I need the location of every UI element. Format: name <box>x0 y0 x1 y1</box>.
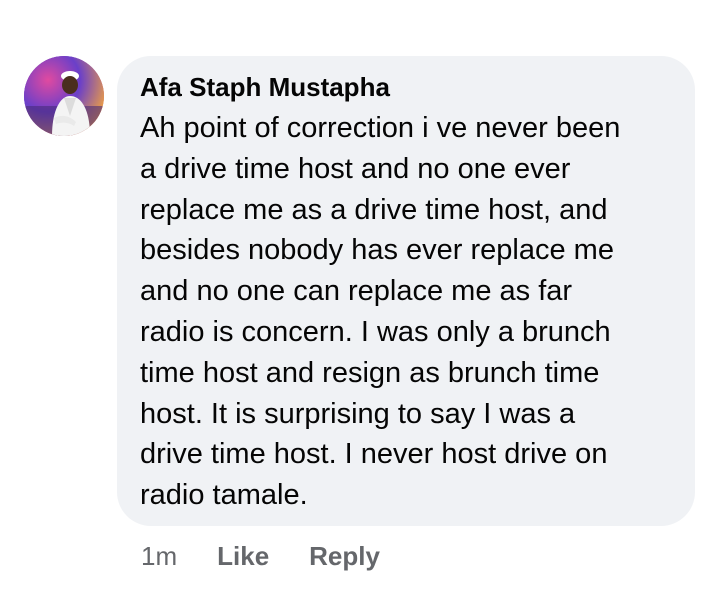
profile-photo-icon <box>24 56 104 136</box>
comment-actions: 1m Like Reply <box>141 538 420 574</box>
avatar[interactable] <box>24 56 104 136</box>
comment-timestamp[interactable]: 1m <box>141 538 177 574</box>
comment-text: Ah point of correction i ve never been a… <box>140 112 621 512</box>
comment-author[interactable]: Afa Staph Mustapha <box>140 70 673 104</box>
comment: Afa Staph Mustapha Ah point of correctio… <box>0 0 720 592</box>
reply-button[interactable]: Reply <box>309 538 380 574</box>
comment-bubble: Afa Staph Mustapha Ah point of correctio… <box>117 56 695 526</box>
like-button[interactable]: Like <box>217 538 269 574</box>
